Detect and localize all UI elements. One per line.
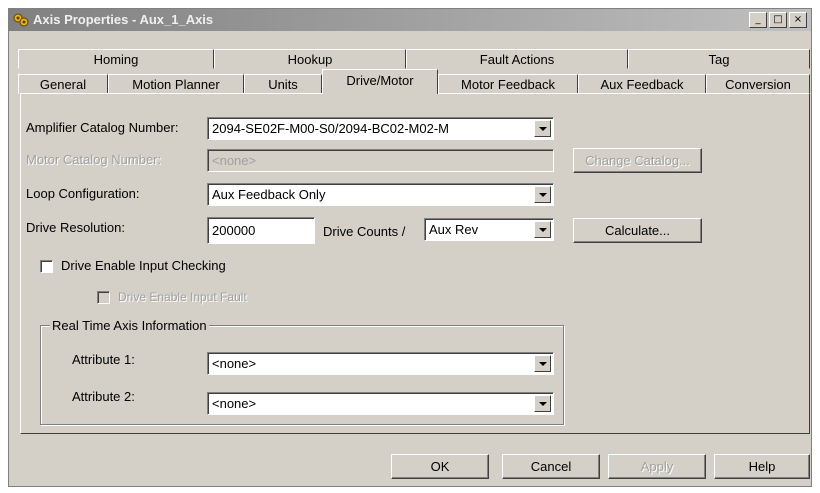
drive-resolution-input[interactable]: 200000	[207, 217, 315, 244]
loop-configuration-dropdown[interactable]: Aux Feedback Only	[207, 183, 554, 206]
attribute-2-label: Attribute 2:	[72, 389, 135, 404]
realtime-axis-group-title: Real Time Axis Information	[50, 318, 209, 333]
counts-unit-dropdown[interactable]: Aux Rev	[424, 218, 554, 241]
chevron-down-icon[interactable]	[534, 221, 551, 238]
help-button[interactable]: Help	[714, 454, 810, 479]
motor-catalog-value: <none>	[212, 153, 257, 168]
drive-counts-label: Drive Counts /	[323, 224, 406, 239]
drive-resolution-label: Drive Resolution:	[26, 220, 125, 235]
ok-button[interactable]: OK	[391, 454, 489, 479]
motor-catalog-field: <none>	[207, 149, 554, 172]
attribute-1-label: Attribute 1:	[72, 352, 135, 367]
drive-enable-checking-label: Drive Enable Input Checking	[61, 258, 226, 273]
motor-catalog-label: Motor Catalog Number:	[26, 152, 162, 167]
loop-configuration-label: Loop Configuration:	[26, 186, 140, 201]
apply-button: Apply	[608, 454, 706, 479]
attribute-2-dropdown[interactable]: <none>	[207, 392, 554, 415]
drive-enable-fault-label: Drive Enable Input Fault	[118, 290, 247, 304]
calculate-button[interactable]: Calculate...	[573, 218, 702, 243]
cancel-button[interactable]: Cancel	[502, 454, 600, 479]
chevron-down-icon[interactable]	[534, 120, 551, 137]
amplifier-catalog-value: 2094-SE02F-M00-S0/2094-BC02-M02-M	[212, 121, 449, 136]
chevron-down-icon[interactable]	[534, 395, 551, 412]
chevron-down-icon[interactable]	[534, 186, 551, 203]
attribute-2-value: <none>	[212, 396, 257, 411]
amplifier-catalog-dropdown[interactable]: 2094-SE02F-M00-S0/2094-BC02-M02-M	[207, 117, 554, 140]
counts-unit-value: Aux Rev	[429, 222, 479, 237]
drive-enable-checking-checkbox[interactable]	[40, 260, 53, 273]
attribute-1-value: <none>	[212, 356, 257, 371]
loop-configuration-value: Aux Feedback Only	[212, 187, 326, 202]
attribute-1-dropdown[interactable]: <none>	[207, 352, 554, 375]
change-catalog-button: Change Catalog...	[573, 148, 702, 173]
drive-enable-fault-checkbox	[97, 291, 110, 304]
amplifier-catalog-label: Amplifier Catalog Number:	[26, 120, 179, 135]
drive-resolution-value: 200000	[212, 223, 256, 238]
chevron-down-icon[interactable]	[534, 355, 551, 372]
